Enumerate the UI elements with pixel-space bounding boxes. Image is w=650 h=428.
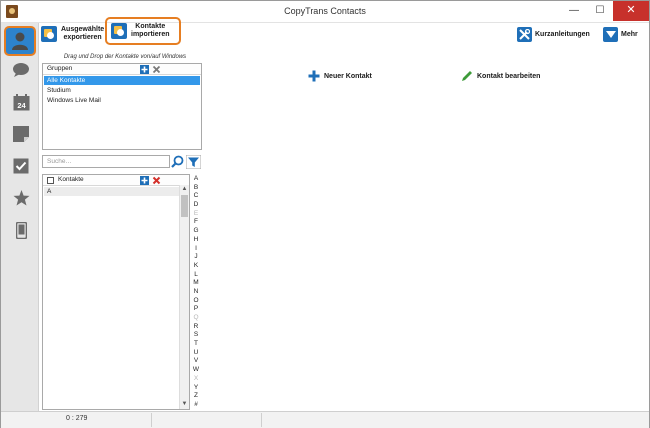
alphabet-letter[interactable]: Z (191, 392, 201, 401)
new-contact-label: Neuer Kontakt (324, 72, 372, 80)
alphabet-letter[interactable]: P (191, 305, 201, 314)
alphabet-letter[interactable]: W (191, 366, 201, 375)
filter-icon[interactable] (186, 155, 201, 169)
device-icon (15, 221, 27, 239)
calendar-badge: 24 (17, 101, 26, 110)
maximize-button[interactable]: ☐ (587, 1, 613, 21)
add-contact-icon[interactable] (140, 176, 149, 185)
alphabet-letter[interactable]: J (191, 253, 201, 262)
alphabet-letter[interactable]: O (191, 297, 201, 306)
minimize-button[interactable]: — (561, 1, 587, 21)
contacts-scrollbar[interactable]: ▲ ▼ (179, 185, 189, 409)
alphabet-letter[interactable]: # (191, 401, 201, 410)
sidebar-item-tasks[interactable] (8, 153, 34, 179)
group-item-windows-live-mail[interactable]: Windows Live Mail (44, 96, 200, 105)
status-divider (151, 413, 152, 427)
alphabet-letter[interactable]: K (191, 262, 201, 271)
favorites-icon (13, 190, 29, 206)
delete-contact-icon[interactable] (152, 176, 161, 185)
alphabet-letter[interactable]: G (191, 227, 201, 236)
alphabet-letter[interactable]: I (191, 245, 201, 254)
alphabet-letter[interactable]: D (191, 201, 201, 210)
sidebar-item-favorites[interactable] (8, 185, 34, 211)
notes-icon (13, 126, 29, 142)
contact-count: 0 : 279 (66, 415, 88, 422)
add-group-icon[interactable] (140, 65, 149, 74)
alphabet-letter[interactable]: S (191, 331, 201, 340)
sidebar-item-notes[interactable] (8, 121, 34, 147)
import-contacts-button[interactable]: Kontakte importieren (105, 17, 181, 45)
edit-contact-label: Kontakt bearbeiten (477, 72, 541, 80)
delete-group-icon[interactable] (152, 65, 161, 74)
alphabet-letter[interactable]: E (191, 210, 201, 219)
sidebar-item-calendar[interactable]: 24 (8, 89, 34, 115)
alphabet-letter[interactable]: A (191, 175, 201, 184)
contacts-icon (12, 32, 28, 50)
status-bar: 0 : 279 (1, 411, 649, 428)
alphabet-letter[interactable]: Y (191, 384, 201, 393)
messages-icon (13, 63, 29, 77)
tools-icon (517, 26, 532, 42)
title-bar: CopyTrans Contacts — ☐ ✕ (1, 1, 649, 23)
alphabet-letter[interactable]: U (191, 349, 201, 358)
contacts-header: Kontakte (43, 175, 189, 186)
window-title: CopyTrans Contacts (284, 6, 366, 16)
alphabet-letter[interactable]: C (191, 192, 201, 201)
drag-drop-hint: Drag und Drop der Kontakte von/auf Windo… (63, 54, 187, 60)
app-window: CopyTrans Contacts — ☐ ✕ 24 Ausgewählte … (0, 0, 650, 428)
alphabet-letter[interactable]: T (191, 340, 201, 349)
alphabet-letter[interactable]: M (191, 279, 201, 288)
quick-guide-label: Kurzanleitungen (535, 30, 590, 38)
groups-header: Gruppen (43, 64, 201, 75)
alphabet-letter[interactable]: L (191, 271, 201, 280)
calendar-icon: 24 (13, 93, 29, 110)
alphabet-letter[interactable]: X (191, 375, 201, 384)
alphabet-letter[interactable]: R (191, 323, 201, 332)
new-contact-button[interactable]: Neuer Kontakt (308, 69, 372, 83)
search-icon[interactable] (171, 155, 184, 168)
alphabet-letter[interactable]: Q (191, 314, 201, 323)
sidebar-item-messages[interactable] (8, 57, 34, 83)
select-all-checkbox[interactable] (47, 177, 54, 184)
close-button[interactable]: ✕ (613, 1, 649, 21)
search-input[interactable]: Suche… (42, 155, 170, 168)
contacts-panel: Kontakte A (42, 174, 190, 410)
contacts-header-label: Kontakte (58, 176, 84, 183)
more-button[interactable]: Mehr (603, 26, 638, 42)
status-divider (261, 413, 262, 427)
alphabet-letter[interactable]: B (191, 184, 201, 193)
pencil-icon (461, 70, 473, 82)
sidebar-item-contacts[interactable] (4, 26, 36, 56)
more-label: Mehr (621, 30, 638, 38)
import-icon (111, 23, 127, 39)
tasks-icon (13, 158, 29, 174)
export-selected-button[interactable]: Ausgewählte exportieren (41, 23, 105, 45)
group-item-all-contacts[interactable]: Alle Kontakte (44, 76, 200, 85)
group-item-studium[interactable]: Studium (44, 86, 200, 95)
alphabet-letter[interactable]: H (191, 236, 201, 245)
plus-icon (308, 70, 320, 82)
groups-header-label: Gruppen (47, 65, 73, 72)
alphabet-letter[interactable]: N (191, 288, 201, 297)
export-icon (41, 26, 57, 42)
groups-panel: Gruppen Alle Kontakte Studium Windows Li… (42, 63, 202, 150)
quick-guide-button[interactable]: Kurzanleitungen (517, 26, 590, 42)
sidebar-item-device[interactable] (8, 217, 34, 243)
section-header-a: A (44, 187, 180, 196)
chevron-down-icon (603, 26, 618, 42)
scroll-down-icon[interactable]: ▼ (180, 400, 189, 409)
sidebar: 24 (1, 23, 39, 411)
alphabet-letter[interactable]: F (191, 218, 201, 227)
scroll-up-icon[interactable]: ▲ (180, 185, 189, 194)
scroll-thumb[interactable] (181, 195, 188, 217)
import-contacts-label: Kontakte importieren (131, 23, 170, 38)
export-selected-label: Ausgewählte exportieren (61, 26, 105, 41)
edit-contact-button[interactable]: Kontakt bearbeiten (461, 69, 540, 83)
alphabet-index: A B C D E F G H I J K L M N O P Q R S T U V W X Y Z # (191, 175, 201, 410)
alphabet-letter[interactable]: V (191, 357, 201, 366)
